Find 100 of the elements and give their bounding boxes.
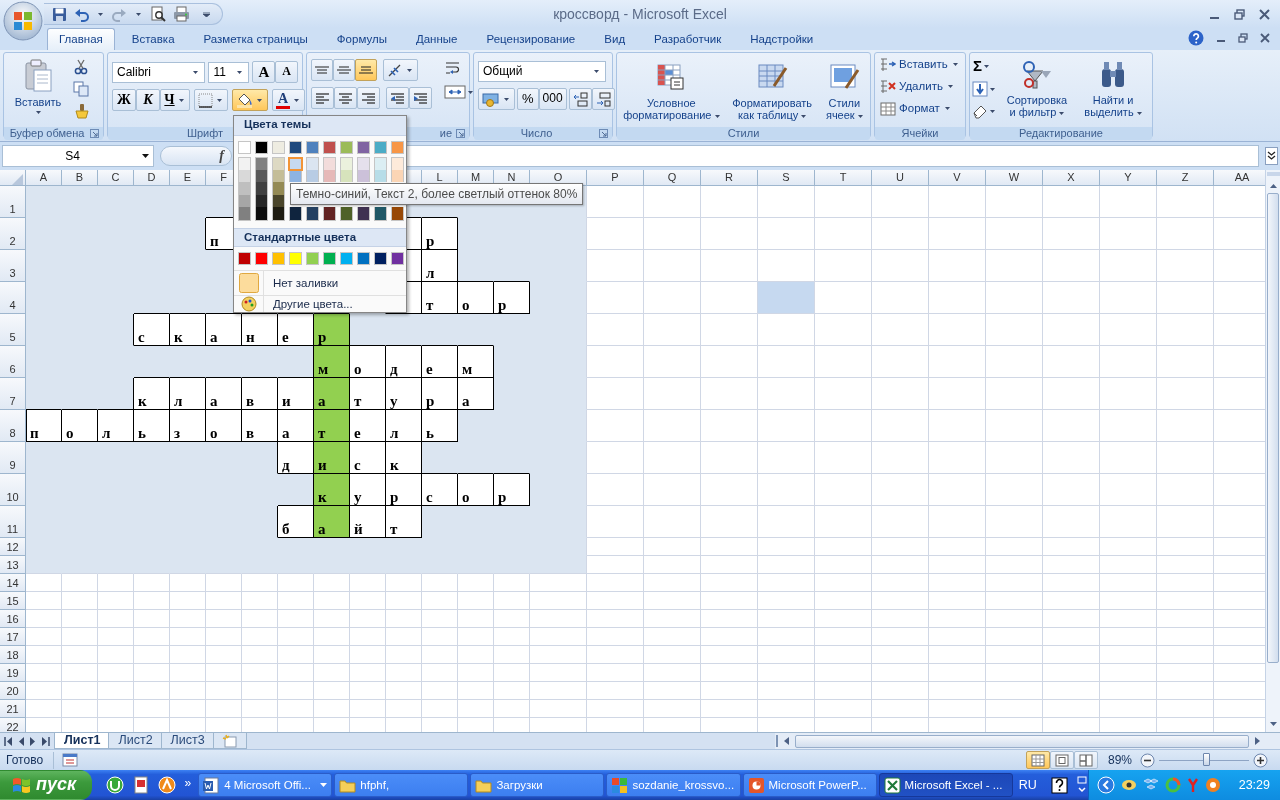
crossword-cell[interactable]: а (314, 506, 350, 538)
crossword-cell[interactable]: в (242, 410, 278, 442)
ribbon-tab[interactable]: Вставка (119, 28, 187, 50)
row-header[interactable]: 19 (0, 664, 26, 682)
menu-item[interactable]: Другие цвета... (264, 296, 406, 312)
crossword-cell[interactable]: т (386, 506, 422, 538)
crossword-cell[interactable]: н (242, 314, 278, 346)
crossword-cell[interactable]: б (278, 506, 314, 538)
crossword-cell[interactable]: к (134, 378, 170, 410)
crossword-cell[interactable]: о (458, 474, 494, 506)
ribbon-tab[interactable]: Данные (403, 28, 470, 50)
crossword-cell[interactable]: в (242, 378, 278, 410)
styles-button[interactable]: Стили ячеек (819, 59, 869, 125)
number-format-field[interactable]: Общий (478, 61, 606, 82)
crossword-cell[interactable]: л (386, 410, 422, 442)
crossword-cell[interactable]: м (458, 346, 494, 378)
ribbon-tab[interactable]: Формулы (324, 28, 399, 50)
row-header[interactable]: 20 (0, 682, 26, 700)
crossword-cell[interactable]: с (134, 314, 170, 346)
crossword-cell[interactable]: с (422, 474, 458, 506)
crossword-cell[interactable]: и (314, 442, 350, 474)
autosum-button[interactable]: Σ (972, 58, 997, 75)
font-size-field[interactable]: 11 (208, 61, 250, 83)
crossword-cell[interactable]: м (314, 346, 350, 378)
crossword-cell[interactable]: у (350, 474, 386, 506)
crossword-cell[interactable]: е (278, 314, 314, 346)
percent-button[interactable]: % (517, 88, 539, 110)
bold-button[interactable]: Ж (112, 89, 136, 111)
column-header[interactable]: R (701, 170, 758, 186)
crossword-cell[interactable]: р (422, 378, 458, 410)
taskbar-button[interactable]: Microsoft PowerP... (742, 773, 877, 797)
row-header[interactable]: 16 (0, 610, 26, 628)
crossword-cell[interactable]: к (386, 442, 422, 474)
crossword-cell[interactable]: л (98, 410, 134, 442)
format-cells-button[interactable]: Формат (879, 100, 961, 117)
column-header[interactable]: Z (1157, 170, 1214, 186)
taskbar-button[interactable]: sozdanie_krossvo... (606, 773, 741, 797)
crossword-cell[interactable]: р (422, 218, 458, 250)
row-header[interactable]: 2 (0, 218, 26, 250)
crossword-cell[interactable]: а (458, 378, 494, 410)
row-header[interactable]: 11 (0, 506, 26, 538)
crossword-cell[interactable]: к (170, 314, 206, 346)
crossword-cell[interactable]: з (170, 410, 206, 442)
crossword-cell[interactable]: л (170, 378, 206, 410)
crossword-cell[interactable]: т (422, 282, 458, 314)
taskbar-button[interactable]: Microsoft Excel - ... (878, 773, 1013, 797)
row-header[interactable]: 9 (0, 442, 26, 474)
crossword-cell[interactable]: т (350, 378, 386, 410)
row-header[interactable]: 1 (0, 186, 26, 218)
conditional-button[interactable]: Условное форматирование (618, 59, 725, 125)
menu-item[interactable]: Нет заливки (264, 271, 406, 295)
row-header[interactable]: 7 (0, 378, 26, 410)
column-header[interactable]: C (98, 170, 134, 186)
font-name-field[interactable]: Calibri (112, 61, 206, 83)
crossword-cell[interactable]: р (494, 282, 530, 314)
column-header[interactable]: E (170, 170, 206, 186)
row-header[interactable]: 6 (0, 346, 26, 378)
insert-cells-button[interactable]: Вставить (879, 56, 961, 73)
crossword-cell[interactable]: р (386, 474, 422, 506)
row-header[interactable]: 10 (0, 474, 26, 506)
column-header[interactable]: W (986, 170, 1043, 186)
column-header[interactable]: Q (644, 170, 701, 186)
taskbar-button[interactable]: hfphf, (334, 773, 469, 797)
column-header[interactable]: V (929, 170, 986, 186)
delete-cells-button[interactable]: Удалить (879, 78, 961, 95)
crossword-cell[interactable]: е (422, 346, 458, 378)
crossword-cell[interactable]: о (350, 346, 386, 378)
font-color-button[interactable]: A (272, 89, 306, 111)
crossword-cell[interactable]: л (422, 250, 458, 282)
sheet-tab[interactable]: Лист3 (160, 733, 215, 749)
row-header[interactable]: 17 (0, 628, 26, 646)
ribbon-tab[interactable]: Вид (592, 28, 638, 50)
row-header[interactable]: 15 (0, 592, 26, 610)
table-button[interactable]: Форматировать как таблицу (726, 59, 818, 125)
language-indicator[interactable]: RU (1014, 777, 1043, 793)
italic-button[interactable]: К (136, 89, 160, 111)
crossword-cell[interactable]: о (458, 282, 494, 314)
insert-function-button[interactable]: f (218, 147, 225, 165)
column-header[interactable]: P (587, 170, 644, 186)
shrink-font-button[interactable]: A (275, 61, 298, 83)
crossword-cell[interactable]: п (26, 410, 62, 442)
start-button[interactable]: пуск (0, 770, 92, 800)
crossword-cell[interactable]: д (278, 442, 314, 474)
column-header[interactable]: Y (1100, 170, 1157, 186)
column-header[interactable]: T (815, 170, 872, 186)
crossword-cell[interactable]: р (314, 314, 350, 346)
paste-button[interactable]: Вставить (7, 56, 69, 118)
column-header[interactable]: S (758, 170, 815, 186)
row-header[interactable]: 3 (0, 250, 26, 282)
column-header[interactable]: X (1043, 170, 1100, 186)
crossword-cell[interactable]: а (206, 378, 242, 410)
ribbon-tab[interactable]: Разработчик (642, 28, 734, 50)
column-header[interactable]: AA (1214, 170, 1265, 186)
crossword-cell[interactable]: с (350, 442, 386, 474)
ribbon-tab[interactable]: Главная (47, 28, 115, 50)
row-header[interactable]: 21 (0, 700, 26, 718)
crossword-cell[interactable]: т (314, 410, 350, 442)
crossword-cell[interactable]: ь (134, 410, 170, 442)
row-header[interactable]: 4 (0, 282, 26, 314)
row-header[interactable]: 12 (0, 538, 26, 556)
